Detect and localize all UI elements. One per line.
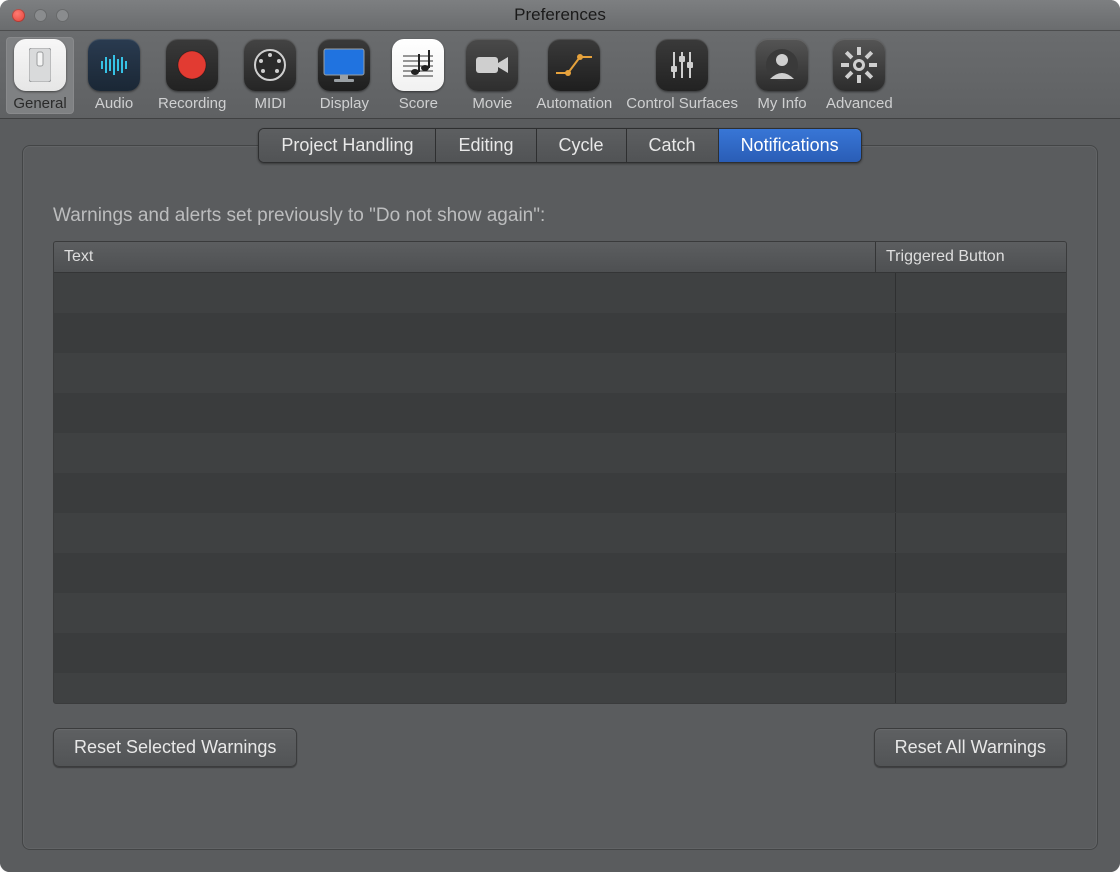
zoom-window-button[interactable] (56, 9, 69, 22)
table-header: Text Triggered Button (54, 242, 1066, 273)
reset-all-warnings-button[interactable]: Reset All Warnings (874, 728, 1067, 767)
preferences-window: Preferences General (0, 0, 1120, 872)
advanced-icon (833, 39, 885, 91)
control-surfaces-icon (656, 39, 708, 91)
toolbar-label: Display (320, 95, 369, 112)
general-icon (14, 39, 66, 91)
table-row (54, 473, 1066, 513)
column-triggered-button[interactable]: Triggered Button (876, 242, 1066, 272)
table-row (54, 393, 1066, 433)
preferences-body: Project Handling Editing Cycle Catch Not… (0, 119, 1120, 872)
toolbar-label: General (13, 95, 66, 112)
column-text[interactable]: Text (54, 242, 876, 272)
toolbar-score[interactable]: Score (384, 37, 452, 114)
toolbar-label: Recording (158, 95, 226, 112)
toolbar-my-info[interactable]: My Info (748, 37, 816, 114)
titlebar: Preferences (0, 0, 1120, 31)
minimize-window-button[interactable] (34, 9, 47, 22)
recording-icon (166, 39, 218, 91)
table-row (54, 593, 1066, 633)
general-panel: Project Handling Editing Cycle Catch Not… (22, 145, 1098, 850)
my-info-icon (756, 39, 808, 91)
close-window-button[interactable] (12, 9, 25, 22)
table-body[interactable] (54, 273, 1066, 703)
toolbar-general[interactable]: General (6, 37, 74, 114)
tab-catch[interactable]: Catch (627, 129, 719, 162)
toolbar-label: Advanced (826, 95, 893, 112)
general-subtabs: Project Handling Editing Cycle Catch Not… (258, 128, 861, 163)
toolbar-midi[interactable]: MIDI (236, 37, 304, 114)
movie-icon (466, 39, 518, 91)
tab-editing[interactable]: Editing (436, 129, 536, 162)
toolbar-label: MIDI (255, 95, 287, 112)
score-icon (392, 39, 444, 91)
toolbar-label: My Info (757, 95, 806, 112)
toolbar-label: Score (399, 95, 438, 112)
toolbar-audio[interactable]: Audio (80, 37, 148, 114)
toolbar-advanced[interactable]: Advanced (822, 37, 897, 114)
table-row (54, 513, 1066, 553)
suppressed-warnings-table: Text Triggered Button (53, 241, 1067, 704)
section-description: Warnings and alerts set previously to "D… (53, 205, 1067, 227)
table-row (54, 633, 1066, 673)
table-row (54, 353, 1066, 393)
reset-selected-warnings-button[interactable]: Reset Selected Warnings (53, 728, 297, 767)
audio-icon (88, 39, 140, 91)
toolbar-label: Movie (472, 95, 512, 112)
toolbar-label: Control Surfaces (626, 95, 738, 112)
preferences-toolbar: General Audi (0, 31, 1120, 119)
toolbar-label: Audio (95, 95, 133, 112)
midi-icon (244, 39, 296, 91)
toolbar-display[interactable]: Display (310, 37, 378, 114)
toolbar-recording[interactable]: Recording (154, 37, 230, 114)
tab-cycle[interactable]: Cycle (537, 129, 627, 162)
table-row (54, 313, 1066, 353)
tab-project-handling[interactable]: Project Handling (259, 129, 436, 162)
panel-buttons: Reset Selected Warnings Reset All Warnin… (53, 728, 1067, 767)
table-row (54, 433, 1066, 473)
tab-notifications[interactable]: Notifications (719, 129, 861, 162)
window-title: Preferences (0, 5, 1120, 25)
toolbar-movie[interactable]: Movie (458, 37, 526, 114)
automation-icon (548, 39, 600, 91)
toolbar-automation[interactable]: Automation (532, 37, 616, 114)
table-row (54, 673, 1066, 704)
toolbar-label: Automation (536, 95, 612, 112)
table-row (54, 553, 1066, 593)
toolbar-control-surfaces[interactable]: Control Surfaces (622, 37, 742, 114)
display-icon (318, 39, 370, 91)
table-row (54, 273, 1066, 313)
window-controls (0, 9, 69, 22)
